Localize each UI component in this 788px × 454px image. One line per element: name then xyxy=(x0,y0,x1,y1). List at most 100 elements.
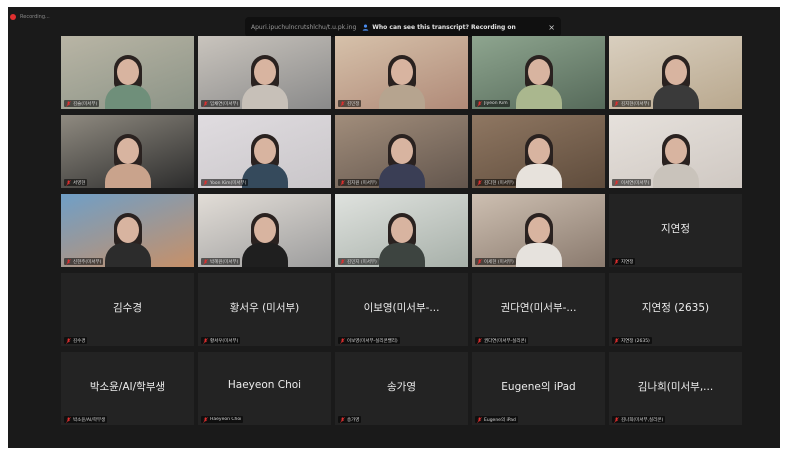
participant-video-silhouette xyxy=(515,211,562,267)
participant-name-label: 김지원 (미서부) xyxy=(338,179,379,186)
muted-mic-icon xyxy=(203,100,208,107)
participant-video-silhouette xyxy=(241,132,288,188)
participant-video-silhouette xyxy=(241,211,288,267)
muted-mic-icon xyxy=(477,416,482,423)
recording-indicator[interactable]: Recording... xyxy=(10,11,50,23)
recording-label: Recording... xyxy=(20,14,50,20)
participant-tile[interactable]: 김슬(미서부) xyxy=(61,36,194,109)
participant-tile[interactable]: Yoon Kim(미서부) xyxy=(198,115,331,188)
participant-tile[interactable]: 이서연(미서부) xyxy=(609,115,742,188)
participant-display-name: 권다연(미서부-... xyxy=(500,302,577,314)
participant-display-name: Haeyeon Choi xyxy=(227,379,302,391)
participant-video-silhouette xyxy=(104,211,151,267)
participant-video-silhouette xyxy=(378,211,425,267)
participant-tile[interactable]: 박소윤/AI/학부생 박소윤/AI/학부생 xyxy=(61,352,194,425)
participant-name-label: 김나희(미서부,실리콘) xyxy=(612,416,666,423)
participant-tile[interactable]: 송가영 송가영 xyxy=(335,352,468,425)
muted-mic-icon xyxy=(477,100,482,107)
participant-tile[interactable]: 신현주(미서부) xyxy=(61,194,194,267)
banner-notice: Who can see this transcript? Recording o… xyxy=(372,23,516,31)
participant-name-label: 김슬(미서부) xyxy=(64,100,100,107)
participant-label-text: Haeyeon Choi xyxy=(210,417,242,422)
participant-display-name: 지연정 (2635) xyxy=(641,302,710,314)
participant-name-label: 김민지 (미서부) xyxy=(338,258,379,265)
participant-name-label: 김수경 xyxy=(64,337,88,344)
participant-tile[interactable]: 이세현 (미서부) xyxy=(472,194,605,267)
participant-label-text: 김다현 (미서부) xyxy=(484,180,514,186)
participant-tile[interactable]: 지연정 (2635) 지연정 (2635) xyxy=(609,273,742,346)
participant-tile[interactable]: 김수경 김수경 xyxy=(61,273,194,346)
participant-tile[interactable]: 임채연(미서부) xyxy=(198,36,331,109)
participant-video-silhouette xyxy=(104,132,151,188)
muted-mic-icon xyxy=(340,100,345,107)
participant-name-label: 서영현 xyxy=(64,179,88,186)
participant-tile[interactable]: 김지원 (미서부) xyxy=(335,115,468,188)
muted-mic-icon xyxy=(66,100,71,107)
zoom-meeting-window: Recording... Apuri.ipuchulncrutshlchu/t.… xyxy=(8,7,780,448)
participant-tile[interactable]: 지연정 지연정 xyxy=(609,194,742,267)
participant-name-label: 임채연(미서부) xyxy=(201,100,241,107)
participant-tile[interactable]: 김민정 xyxy=(335,36,468,109)
participant-label-text: 김수경 xyxy=(73,338,86,344)
participant-video-silhouette xyxy=(652,132,699,188)
participant-name-label: 지연정 (2635) xyxy=(612,337,652,344)
banner-close-button[interactable]: × xyxy=(548,23,555,32)
participant-label-text: 이세현 (미서부) xyxy=(484,259,514,265)
muted-mic-icon xyxy=(66,258,71,265)
participant-tile[interactable]: 이보영(미서부-... 이보영(미서부-실리콘밸리) xyxy=(335,273,468,346)
participant-label-text: 박혜원(미서부) xyxy=(210,259,239,265)
participant-display-name: 김수경 xyxy=(113,302,142,314)
participant-tile[interactable]: 김지현(미서부) xyxy=(609,36,742,109)
participant-name-label: Eugene의 iPad xyxy=(475,416,518,423)
participant-label-text: Eugene의 iPad xyxy=(484,417,516,423)
transcript-banner: Apuri.ipuchulncrutshlchu/t.u.pk.ing Who … xyxy=(245,17,561,37)
participant-tile[interactable]: 서영현 xyxy=(61,115,194,188)
participant-name-label: 신현주(미서부) xyxy=(64,258,104,265)
banner-url[interactable]: Apuri.ipuchulncrutshlchu/t.u.pk.ing xyxy=(251,24,356,31)
participant-tile[interactable]: 권다연(미서부-... 권다연(미서부-실리콘) xyxy=(472,273,605,346)
gallery-grid: 김슬(미서부) 임채연(미서부) 김민정 Jiyeon Kim 김지현(미서부) 서영현 Y… xyxy=(61,36,743,427)
participant-name-label: Haeyeon Choi xyxy=(201,416,244,423)
participant-tile[interactable]: 김민지 (미서부) xyxy=(335,194,468,267)
participant-display-name: 박소윤/AI/학부생 xyxy=(89,381,166,393)
muted-mic-icon xyxy=(614,100,619,107)
muted-mic-icon xyxy=(203,337,208,344)
participant-video-silhouette xyxy=(652,53,699,109)
muted-mic-icon xyxy=(340,337,345,344)
muted-mic-icon xyxy=(203,179,208,186)
participant-label-text: 서영현 xyxy=(73,180,86,186)
muted-mic-icon xyxy=(477,179,482,186)
participant-name-label: 김민정 xyxy=(338,100,362,107)
muted-mic-icon xyxy=(614,337,619,344)
muted-mic-icon xyxy=(614,179,619,186)
transcript-info-link[interactable]: Who can see this transcript? Recording o… xyxy=(362,23,516,31)
muted-mic-icon xyxy=(66,337,71,344)
participant-label-text: 김지원 (미서부) xyxy=(347,180,377,186)
participant-display-name: 지연정 xyxy=(661,223,690,235)
participant-name-label: 이서연(미서부) xyxy=(612,179,652,186)
participant-tile[interactable]: 황서우 (미서부) 황서우(미서부) xyxy=(198,273,331,346)
participant-video-silhouette xyxy=(378,132,425,188)
participant-label-text: 황서우(미서부) xyxy=(210,338,239,344)
muted-mic-icon xyxy=(340,416,345,423)
participant-tile[interactable]: 김나희(미서부,... 김나희(미서부,실리콘) xyxy=(609,352,742,425)
participant-name-label: Yoon Kim(미서부) xyxy=(201,179,249,186)
muted-mic-icon xyxy=(66,416,71,423)
participant-label-text: 이서연(미서부) xyxy=(621,180,650,186)
participant-tile[interactable]: Jiyeon Kim xyxy=(472,36,605,109)
participant-label-text: Jiyeon Kim xyxy=(484,101,508,106)
participant-name-label: 이보영(미서부-실리콘밸리) xyxy=(338,337,400,344)
participant-display-name: 이보영(미서부-... xyxy=(363,302,440,314)
muted-mic-icon xyxy=(66,179,71,186)
participant-name-label: 박소윤/AI/학부생 xyxy=(64,416,108,423)
participant-tile[interactable]: 김다현 (미서부) xyxy=(472,115,605,188)
participant-display-name: 송가영 xyxy=(387,381,416,393)
participant-display-name: Eugene의 iPad xyxy=(501,381,576,393)
participant-label-text: 지연정 xyxy=(621,259,634,265)
participant-tile[interactable]: 박혜원(미서부) xyxy=(198,194,331,267)
participant-tile[interactable]: Haeyeon Choi Haeyeon Choi xyxy=(198,352,331,425)
participant-video-silhouette xyxy=(515,53,562,109)
participant-video-silhouette xyxy=(104,53,151,109)
participant-tile[interactable]: Eugene의 iPad Eugene의 iPad xyxy=(472,352,605,425)
participant-label-text: Yoon Kim(미서부) xyxy=(210,180,247,186)
